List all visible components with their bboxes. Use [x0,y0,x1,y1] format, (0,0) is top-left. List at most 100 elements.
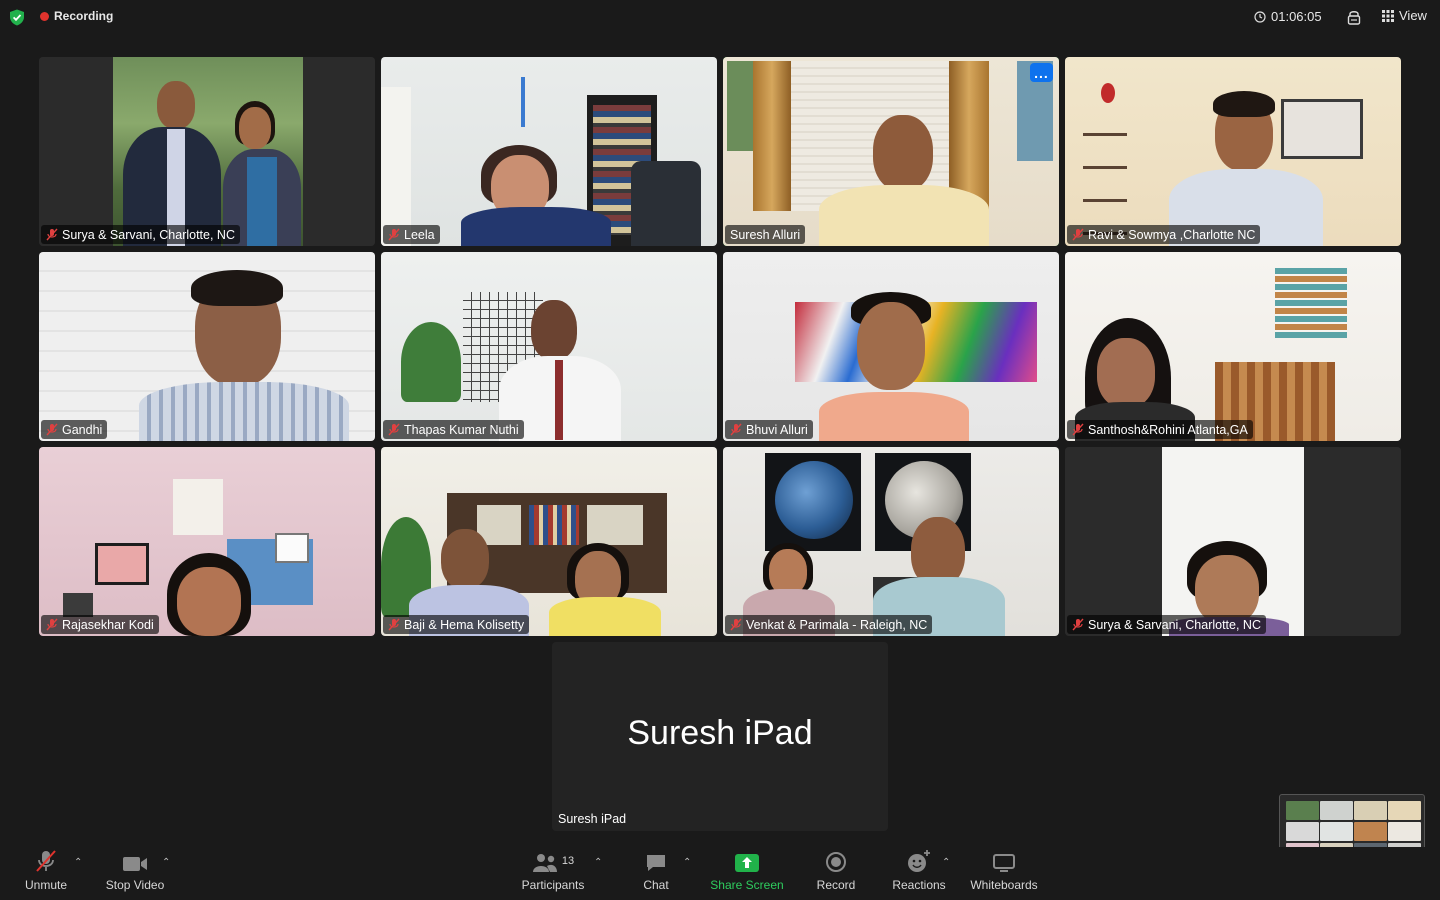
participant-name-tag: Baji & Hema Kolisetty [383,615,530,634]
shield-check-icon[interactable] [9,9,25,26]
muted-mic-icon [388,228,400,241]
muted-mic-icon [46,423,58,436]
reactions-button[interactable]: Reactions [890,847,948,892]
stop-video-button[interactable]: Stop Video [103,847,167,892]
video-feed [381,447,717,636]
video-feed [39,252,375,441]
participant-name-tag: Surya & Sarvani, Charlotte, NC [1067,615,1266,634]
lock-icon[interactable] [1346,9,1362,26]
video-tile[interactable]: Ravi & Sowmya ,Charlotte NC [1065,57,1401,246]
clock-icon [1254,10,1266,23]
top-bar: Recording 01:06:05 View [0,0,1440,36]
share-screen-arrow-icon [735,854,759,872]
video-tile[interactable]: Rajasekhar Kodi [39,447,375,636]
video-feed [39,447,375,636]
participant-name: Suresh Alluri [730,227,801,242]
whiteboards-label: Whiteboards [970,878,1038,892]
chat-button[interactable]: Chat [640,847,672,892]
timer-value: 01:06:05 [1271,9,1322,24]
muted-mic-icon [730,423,742,436]
reactions-label: Reactions [892,878,946,892]
participants-label: Participants [521,878,585,892]
video-camera-icon [123,857,147,871]
participants-count: 13 [561,855,575,867]
zoom-meeting-window: Recording 01:06:05 View Surya & Sarvani,… [0,0,1440,900]
muted-mic-icon [1072,228,1084,241]
video-feed [723,447,1059,636]
video-tile[interactable]: Surya & Sarvani, Charlotte, NC [39,57,375,246]
recording-dot-icon [40,11,49,21]
muted-mic-icon [1072,618,1084,631]
share-screen-button[interactable]: Share Screen [708,847,786,892]
muted-mic-icon [46,618,58,631]
more-options-label: ... [1034,64,1049,81]
unmute-label: Unmute [24,878,68,892]
participant-name: Santhosh&Rohini Atlanta,GA [1088,422,1248,437]
more-options-button[interactable]: ... [1030,63,1053,82]
muted-mic-icon [388,618,400,631]
unmute-button[interactable]: Unmute [24,847,68,892]
meeting-toolbar: Unmute ⌃ Stop Video ⌃ 13 Participants ⌃ … [0,847,1440,900]
participant-name: Surya & Sarvani, Charlotte, NC [62,227,235,242]
caret-up-icon[interactable]: ⌃ [162,857,170,868]
participant-display-name: Suresh iPad [627,714,813,752]
participant-name-tag: Ravi & Sowmya ,Charlotte NC [1067,225,1261,244]
participant-name: Leela [404,227,435,242]
participant-name: Rajasekhar Kodi [62,617,154,632]
record-icon [826,852,846,872]
video-tile[interactable]: Santhosh&Rohini Atlanta,GA [1065,252,1401,441]
caret-up-icon[interactable]: ⌃ [942,857,950,868]
video-tile[interactable]: Venkat & Parimala - Raleigh, NC [723,447,1059,636]
stop-video-label: Stop Video [105,878,165,892]
muted-mic-icon [46,228,58,241]
video-tile[interactable]: Thapas Kumar Nuthi [381,252,717,441]
record-button[interactable]: Record [813,847,859,892]
muted-mic-icon [36,850,56,872]
chat-bubble-icon [647,855,665,871]
video-tile[interactable]: Bhuvi Alluri [723,252,1059,441]
video-feed [1065,57,1401,246]
participant-name: Surya & Sarvani, Charlotte, NC [1088,617,1261,632]
view-label: View [1399,8,1427,23]
participant-name: Gandhi [62,422,103,437]
video-feed [381,252,717,441]
participant-name-tag: Leela [383,225,440,244]
video-tile[interactable]: Surya & Sarvani, Charlotte, NC [1065,447,1401,636]
video-tile[interactable]: Gandhi [39,252,375,441]
video-tile[interactable]: Leela [381,57,717,246]
participant-name: Bhuvi Alluri [746,422,808,437]
reaction-smile-icon [908,850,930,872]
meeting-timer: 01:06:05 [1254,9,1322,24]
muted-mic-icon [730,618,742,631]
participant-name-tag: Surya & Sarvani, Charlotte, NC [41,225,240,244]
view-button[interactable]: View [1382,8,1427,23]
participant-name-tag: Bhuvi Alluri [725,420,813,439]
video-tile[interactable]: Baji & Hema Kolisetty [381,447,717,636]
participant-name: Ravi & Sowmya ,Charlotte NC [1088,227,1256,242]
participant-name: Thapas Kumar Nuthi [404,422,519,437]
video-feed [1065,252,1401,441]
caret-up-icon[interactable]: ⌃ [683,857,691,868]
video-feed [1065,447,1401,636]
grid-view-icon [1382,9,1394,22]
caret-up-icon[interactable]: ⌃ [74,857,82,868]
participant-name-tag: Rajasekhar Kodi [41,615,159,634]
participants-icon [532,854,557,872]
video-tile-active-speaker[interactable]: ... Suresh Alluri [723,57,1059,246]
chat-label: Chat [643,878,669,892]
participant-name-tag: Gandhi [41,420,108,439]
muted-mic-icon [1072,423,1084,436]
video-tile-camera-off[interactable]: Suresh iPad Suresh iPad [552,642,888,831]
participants-button[interactable]: 13 Participants [518,847,588,892]
participant-name-tag: Thapas Kumar Nuthi [383,420,524,439]
video-feed [723,252,1059,441]
participant-name-tag: Venkat & Parimala - Raleigh, NC [725,615,933,634]
muted-mic-icon [388,423,400,436]
participant-name-tag: Suresh iPad [558,812,627,826]
record-label: Record [816,878,856,892]
participant-name: Venkat & Parimala - Raleigh, NC [746,617,928,632]
recording-indicator[interactable]: Recording [40,9,113,23]
whiteboards-button[interactable]: Whiteboards [967,847,1041,892]
video-feed [39,57,375,246]
caret-up-icon[interactable]: ⌃ [594,857,602,868]
